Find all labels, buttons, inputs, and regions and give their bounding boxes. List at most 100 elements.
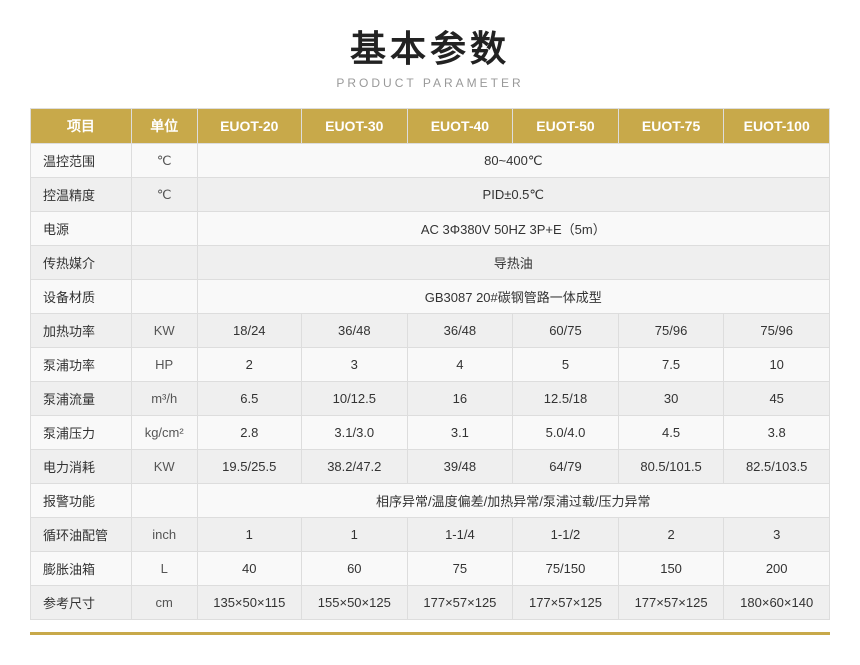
table-row: 膨胀油箱L40607575/150150200 [31, 552, 830, 586]
row-cell: 4 [407, 348, 513, 382]
row-cell: 1-1/4 [407, 518, 513, 552]
row-cell: 30 [618, 382, 724, 416]
row-cell: 18/24 [197, 314, 301, 348]
row-unit: m³/h [131, 382, 197, 416]
row-cell: 38.2/47.2 [302, 450, 408, 484]
bottom-divider [30, 632, 830, 635]
row-unit: ℃ [131, 178, 197, 212]
page-title: 基本参数 [30, 20, 830, 72]
row-cell: 80.5/101.5 [618, 450, 724, 484]
row-cell: 40 [197, 552, 301, 586]
table-header-row: 项目单位EUOT-20EUOT-30EUOT-40EUOT-50EUOT-75E… [31, 109, 830, 144]
table-row: 泵浦流量m³/h6.510/12.51612.5/183045 [31, 382, 830, 416]
row-span-value: GB3087 20#碳钢管路一体成型 [197, 280, 829, 314]
row-cell: 82.5/103.5 [724, 450, 830, 484]
row-cell: 7.5 [618, 348, 724, 382]
row-cell: 75/96 [618, 314, 724, 348]
col-header-euot100: EUOT-100 [724, 109, 830, 144]
table-row: 控温精度℃PID±0.5℃ [31, 178, 830, 212]
row-unit: KW [131, 314, 197, 348]
row-unit [131, 280, 197, 314]
row-cell: 177×57×125 [407, 586, 513, 620]
row-label: 膨胀油箱 [31, 552, 132, 586]
row-label: 传热媒介 [31, 246, 132, 280]
table-row: 泵浦功率HP23457.510 [31, 348, 830, 382]
row-cell: 4.5 [618, 416, 724, 450]
page-subtitle: PRODUCT PARAMETER [30, 76, 830, 90]
row-cell: 155×50×125 [302, 586, 408, 620]
row-cell: 10/12.5 [302, 382, 408, 416]
row-cell: 45 [724, 382, 830, 416]
table-row: 参考尺寸cm135×50×115155×50×125177×57×125177×… [31, 586, 830, 620]
row-label: 参考尺寸 [31, 586, 132, 620]
row-cell: 60 [302, 552, 408, 586]
row-unit: ℃ [131, 144, 197, 178]
row-cell: 75/96 [724, 314, 830, 348]
row-label: 加热功率 [31, 314, 132, 348]
row-unit: kg/cm² [131, 416, 197, 450]
row-cell: 3 [724, 518, 830, 552]
row-cell: 39/48 [407, 450, 513, 484]
row-cell: 60/75 [513, 314, 619, 348]
table-row: 温控范围℃80~400℃ [31, 144, 830, 178]
row-cell: 64/79 [513, 450, 619, 484]
row-cell: 36/48 [407, 314, 513, 348]
row-label: 控温精度 [31, 178, 132, 212]
table-row: 电力消耗KW19.5/25.538.2/47.239/4864/7980.5/1… [31, 450, 830, 484]
table-body: 温控范围℃80~400℃控温精度℃PID±0.5℃电源AC 3Φ380V 50H… [31, 144, 830, 620]
row-cell: 5 [513, 348, 619, 382]
row-unit: HP [131, 348, 197, 382]
page-header: 基本参数 PRODUCT PARAMETER [30, 20, 830, 90]
col-header-单位: 单位 [131, 109, 197, 144]
col-header-item: 项目 [31, 109, 132, 144]
row-cell: 3.8 [724, 416, 830, 450]
row-label: 电力消耗 [31, 450, 132, 484]
row-label: 电源 [31, 212, 132, 246]
row-cell: 2 [197, 348, 301, 382]
row-unit: KW [131, 450, 197, 484]
row-cell: 75/150 [513, 552, 619, 586]
row-cell: 6.5 [197, 382, 301, 416]
row-cell: 180×60×140 [724, 586, 830, 620]
row-unit [131, 246, 197, 280]
row-span-value: 相序异常/温度偏差/加热异常/泵浦过载/压力异常 [197, 484, 829, 518]
col-header-euot50: EUOT-50 [513, 109, 619, 144]
row-cell: 135×50×115 [197, 586, 301, 620]
row-cell: 19.5/25.5 [197, 450, 301, 484]
col-header-euot20: EUOT-20 [197, 109, 301, 144]
row-cell: 3.1/3.0 [302, 416, 408, 450]
row-unit [131, 212, 197, 246]
table-row: 电源 AC 3Φ380V 50HZ 3P+E（5m） [31, 212, 830, 246]
product-parameter-table: 项目单位EUOT-20EUOT-30EUOT-40EUOT-50EUOT-75E… [30, 108, 830, 620]
row-label: 报警功能 [31, 484, 132, 518]
table-row: 传热媒介 导热油 [31, 246, 830, 280]
row-cell: 200 [724, 552, 830, 586]
row-cell: 2.8 [197, 416, 301, 450]
row-unit: inch [131, 518, 197, 552]
col-header-euot75: EUOT-75 [618, 109, 724, 144]
row-label: 设备材质 [31, 280, 132, 314]
row-cell: 1 [197, 518, 301, 552]
row-span-value: AC 3Φ380V 50HZ 3P+E（5m） [197, 212, 829, 246]
row-label: 循环油配管 [31, 518, 132, 552]
row-unit: cm [131, 586, 197, 620]
col-header-euot30: EUOT-30 [302, 109, 408, 144]
row-cell: 16 [407, 382, 513, 416]
row-span-value: PID±0.5℃ [197, 178, 829, 212]
row-label: 温控范围 [31, 144, 132, 178]
row-cell: 1-1/2 [513, 518, 619, 552]
table-row: 加热功率KW18/2436/4836/4860/7575/9675/96 [31, 314, 830, 348]
row-cell: 177×57×125 [618, 586, 724, 620]
row-cell: 3 [302, 348, 408, 382]
table-row: 设备材质 GB3087 20#碳钢管路一体成型 [31, 280, 830, 314]
row-span-value: 80~400℃ [197, 144, 829, 178]
row-cell: 150 [618, 552, 724, 586]
row-label: 泵浦流量 [31, 382, 132, 416]
row-cell: 1 [302, 518, 408, 552]
row-label: 泵浦压力 [31, 416, 132, 450]
row-span-value: 导热油 [197, 246, 829, 280]
table-row: 泵浦压力kg/cm²2.83.1/3.03.15.0/4.04.53.8 [31, 416, 830, 450]
row-label: 泵浦功率 [31, 348, 132, 382]
row-unit [131, 484, 197, 518]
row-cell: 5.0/4.0 [513, 416, 619, 450]
